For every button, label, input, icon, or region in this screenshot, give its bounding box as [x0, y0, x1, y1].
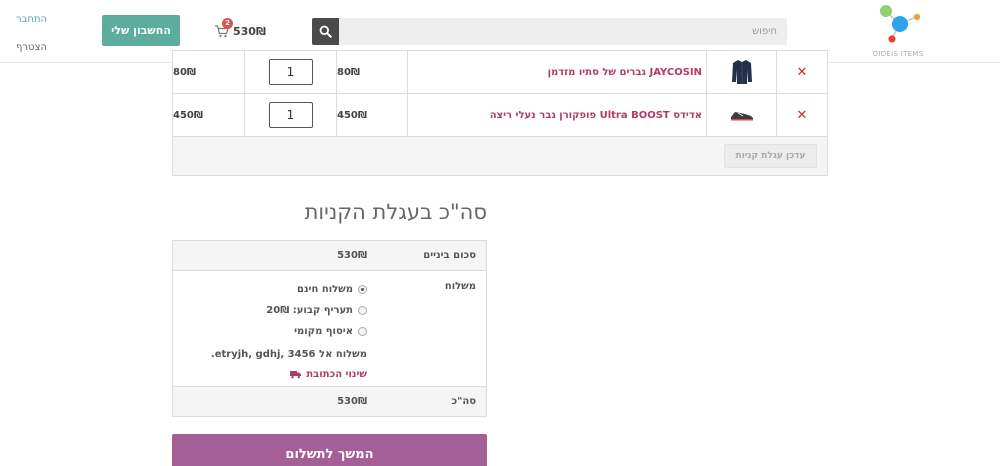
- subtotal-label: סכום ביניים: [423, 250, 476, 261]
- product-link[interactable]: JAYCOSIN גברים של סתיו מזדמן: [548, 67, 702, 78]
- total-label: סה"כ: [451, 396, 476, 407]
- search-input[interactable]: [339, 18, 787, 45]
- site-logo[interactable]: OIDEIS ITEMS: [866, 2, 930, 60]
- search-icon: [319, 25, 332, 38]
- sneaker-thumbnail-icon: [730, 112, 753, 121]
- radio-button[interactable]: [358, 306, 367, 315]
- remove-item-icon[interactable]: ✕: [797, 65, 808, 80]
- truck-icon: [290, 370, 302, 378]
- shipping-label: משלוח: [444, 281, 476, 292]
- remove-item-icon[interactable]: ✕: [797, 108, 808, 123]
- shipping-option-label: תעריף קבוע: 20₪: [266, 305, 353, 316]
- cart-totals-title: סה"כ בעגלת הקניות: [304, 200, 487, 224]
- item-subtotal: 80₪: [173, 66, 196, 78]
- shipping-destination: משלוח אל etryjh, gdhj, 3456.: [210, 348, 367, 360]
- cart-total-amount: 530₪: [233, 24, 266, 38]
- shipping-option-label: איסוף מקומי: [294, 326, 353, 337]
- radio-button-checked[interactable]: [358, 285, 367, 294]
- shipping-option-free[interactable]: משלוח חינם: [177, 279, 367, 300]
- shopping-cart-icon: 2: [214, 18, 233, 38]
- shipping-option-local-pickup[interactable]: איסוף מקומי: [177, 321, 367, 342]
- auth-links: התחבר הצטרף: [16, 13, 47, 69]
- shipping-option-flat-rate[interactable]: תעריף קבוע: 20₪: [177, 300, 367, 321]
- quantity-cell: [244, 94, 336, 136]
- login-link[interactable]: התחבר: [16, 13, 47, 27]
- mini-cart[interactable]: 2 530₪: [214, 18, 266, 40]
- product-name-cell: אדידס Ultra BOOST פופקורן גבר נעלי ריצה: [407, 94, 706, 136]
- cart-totals-box: סכום ביניים 530₪ משלוח משלוח חינם תעריף …: [172, 240, 487, 417]
- product-link[interactable]: אדידס Ultra BOOST פופקורן גבר נעלי ריצה: [490, 110, 702, 121]
- shipping-options: משלוח חינם תעריף קבוע: 20₪ איסוף מקומי מ…: [177, 279, 367, 384]
- shipping-option-label: משלוח חינם: [297, 284, 353, 295]
- order-total-row: סה"כ 530₪: [173, 386, 486, 416]
- change-address-link[interactable]: שינוי הכתובת: [177, 364, 367, 384]
- table-row: 80₪ 80₪ JAYCOSIN גברים של סתיו מזדמן ✕: [173, 51, 827, 94]
- logo-text: OIDEIS ITEMS: [872, 50, 924, 58]
- cart-actions: עדכן עגלת קניות: [173, 137, 827, 175]
- product-thumbnail[interactable]: [706, 51, 776, 93]
- change-address-label: שינוי הכתובת: [306, 368, 367, 380]
- radio-button[interactable]: [358, 327, 367, 336]
- item-price: 80₪: [336, 51, 407, 93]
- remove-cell: ✕: [776, 51, 827, 93]
- product-name-cell: JAYCOSIN גברים של סתיו מזדמן: [407, 51, 706, 93]
- quantity-cell: [244, 51, 336, 93]
- table-row: 450₪ 450₪ אדידס Ultra BOOST פופקורן גבר …: [173, 94, 827, 137]
- quantity-input[interactable]: [268, 59, 313, 85]
- update-cart-button[interactable]: עדכן עגלת קניות: [724, 144, 817, 168]
- proceed-to-checkout-button[interactable]: המשך לתשלום: [172, 434, 487, 466]
- item-subtotal: 450₪: [173, 109, 203, 121]
- item-price: 450₪: [336, 94, 407, 136]
- register-link[interactable]: הצטרף: [16, 41, 47, 55]
- search-button[interactable]: [312, 18, 339, 45]
- remove-cell: ✕: [776, 94, 827, 136]
- product-thumbnail[interactable]: [706, 94, 776, 136]
- my-account-button[interactable]: החשבון שלי: [102, 15, 180, 46]
- molecule-logo-icon: [880, 5, 921, 43]
- subtotal-value: 530₪: [337, 250, 367, 261]
- subtotal-row: סכום ביניים 530₪: [173, 241, 486, 271]
- jacket-thumbnail-icon: [731, 60, 752, 84]
- quantity-input[interactable]: [268, 102, 313, 128]
- total-value: 530₪: [337, 396, 367, 407]
- cart-table: 80₪ 80₪ JAYCOSIN גברים של סתיו מזדמן ✕ 4…: [172, 50, 828, 176]
- cart-count-badge: 2: [222, 18, 233, 29]
